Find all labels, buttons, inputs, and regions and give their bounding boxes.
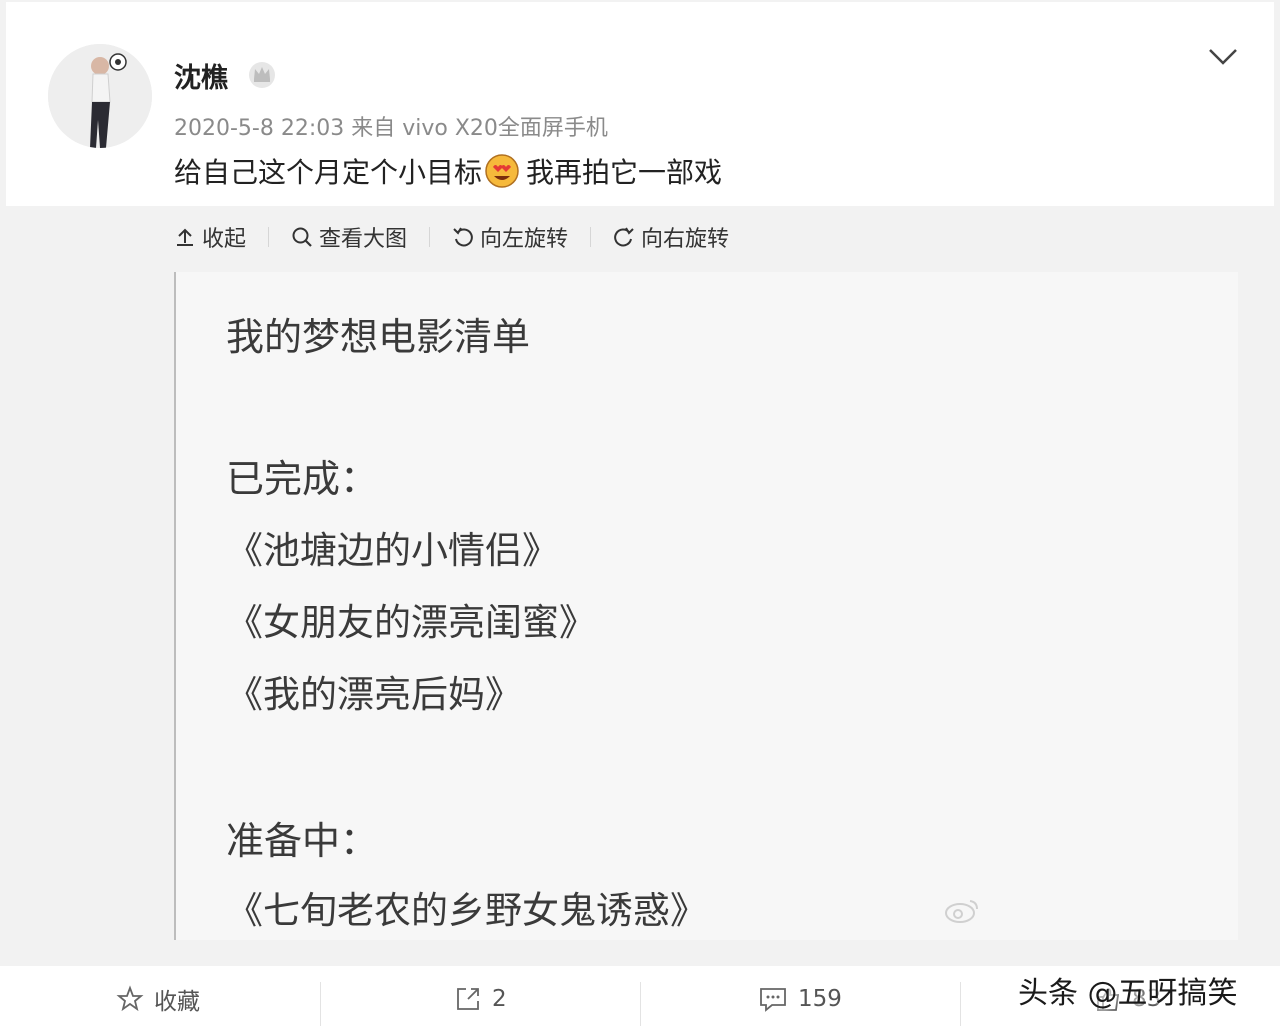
- username[interactable]: 沈樵: [174, 56, 228, 95]
- image-toolbar: 收起 查看大图 向左旋转 向右旋转: [174, 222, 729, 252]
- toolbar-divider: [429, 227, 431, 247]
- favorite-button[interactable]: 收藏: [116, 966, 200, 1032]
- rotate-right-label: 向右旋转: [641, 227, 730, 252]
- actions-divider: [960, 982, 961, 1026]
- rotate-right-icon: [614, 227, 634, 247]
- done-item: 《我的漂亮后妈》: [226, 673, 522, 716]
- toolbar-divider: [590, 227, 592, 247]
- rotate-left-button[interactable]: 向左旋转: [452, 221, 568, 253]
- upload-arrow-icon: [177, 228, 193, 246]
- view-large-label: 查看大图: [319, 227, 408, 252]
- rotate-right-button[interactable]: 向右旋转: [613, 221, 729, 253]
- actions-divider: [640, 982, 641, 1026]
- repost-button[interactable]: 2: [454, 966, 507, 1032]
- heart-eyes-emoji-icon: [484, 153, 520, 189]
- view-large-button[interactable]: 查看大图: [291, 221, 407, 253]
- image-title: 我的梦想电影清单: [226, 315, 531, 359]
- actions-divider: [320, 982, 321, 1026]
- comment-button[interactable]: 159: [758, 966, 842, 1032]
- share-icon: [457, 988, 479, 1010]
- done-heading: 已完成：: [226, 457, 379, 501]
- toolbar-divider: [268, 227, 270, 247]
- collapse-label: 收起: [202, 227, 247, 252]
- repost-count: 2: [492, 986, 507, 1012]
- comment-count: 159: [798, 986, 842, 1012]
- crown-badge-icon: [246, 59, 278, 89]
- favorite-label: 收藏: [154, 989, 200, 1015]
- post-text-after: 我再拍它一部戏: [526, 156, 723, 189]
- rotate-left-label: 向左旋转: [480, 227, 569, 252]
- avatar[interactable]: [48, 44, 152, 148]
- post-meta: 2020-5-8 22:03 来自 vivo X20全面屏手机: [174, 116, 608, 141]
- planned-heading: 准备中：: [226, 819, 379, 863]
- chevron-down-icon[interactable]: [1206, 44, 1240, 70]
- rotate-left-icon: [453, 227, 473, 247]
- weibo-watermark-icon: [944, 898, 980, 930]
- toutiao-watermark: 头条 @五呀搞笑: [1018, 976, 1238, 1011]
- post-image[interactable]: 我的梦想电影清单 已完成： 《池塘边的小情侣》 《女朋友的漂亮闺蜜》 《我的漂亮…: [174, 272, 1238, 940]
- planned-item: 《七旬老农的乡野女鬼诱惑》: [226, 889, 707, 932]
- post-text-before: 给自己这个月定个小目标: [174, 156, 483, 189]
- star-icon: [116, 985, 144, 1012]
- collapse-button[interactable]: 收起: [174, 221, 246, 253]
- comment-icon: [760, 988, 786, 1012]
- done-item: 《池塘边的小情侣》: [226, 529, 559, 572]
- post-text: 给自己这个月定个小目标 我再拍它一部戏: [174, 151, 722, 191]
- done-item: 《女朋友的漂亮闺蜜》: [226, 601, 596, 644]
- search-icon: [292, 227, 312, 247]
